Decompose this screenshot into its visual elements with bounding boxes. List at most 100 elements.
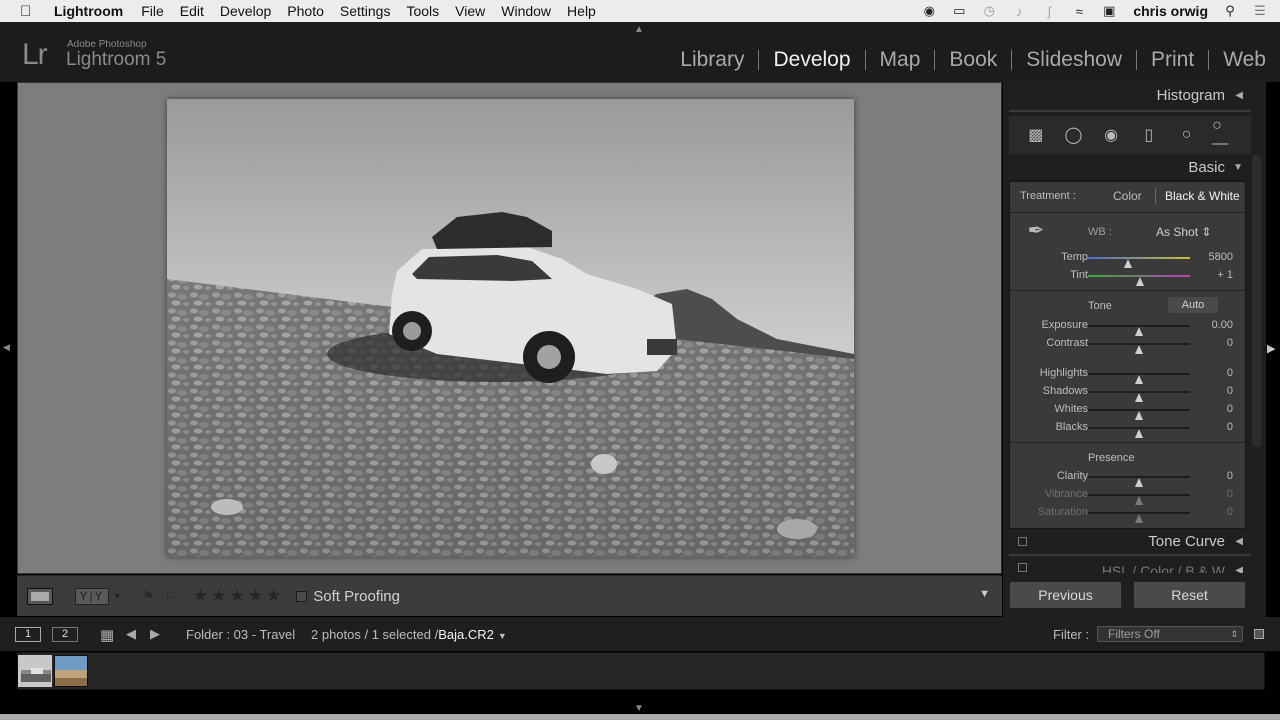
top-panel-toggle-icon[interactable]: ▲ bbox=[634, 24, 644, 35]
saturation-track[interactable] bbox=[1088, 512, 1190, 523]
treatment-bw-button[interactable]: Black & White bbox=[1165, 189, 1240, 203]
vibrance-value[interactable]: 0 bbox=[1227, 488, 1233, 500]
whites-thumb[interactable] bbox=[1135, 411, 1143, 420]
adjustment-brush-icon[interactable]: ○— bbox=[1212, 117, 1236, 152]
exposure-slider[interactable]: Exposure 0.00 bbox=[1010, 318, 1245, 336]
battery-icon[interactable]: ▣ bbox=[1099, 3, 1119, 19]
vibrance-track[interactable] bbox=[1088, 494, 1190, 505]
menu-lightroom[interactable]: Lightroom bbox=[54, 3, 123, 19]
tint-track[interactable] bbox=[1088, 275, 1190, 286]
menu-tools[interactable]: Tools bbox=[406, 3, 439, 19]
file-dropdown-icon[interactable]: ▼ bbox=[498, 631, 507, 641]
soft-proofing-checkbox[interactable] bbox=[296, 590, 308, 602]
menu-photo[interactable]: Photo bbox=[287, 3, 324, 19]
saturation-thumb[interactable] bbox=[1135, 514, 1143, 523]
temp-track[interactable] bbox=[1088, 257, 1190, 268]
before-after-dropdown-icon[interactable]: ▼ bbox=[113, 591, 122, 601]
tone-curve-panel-header[interactable]: Tone Curve ◀ bbox=[1009, 530, 1251, 554]
clarity-thumb[interactable] bbox=[1135, 478, 1143, 487]
clarity-value[interactable]: 0 bbox=[1227, 470, 1233, 482]
right-panel-scrollbar[interactable] bbox=[1252, 155, 1261, 447]
creative-cloud-icon[interactable]: ◉ bbox=[919, 3, 939, 19]
hsl-panel-header[interactable]: HSL / Color / B & W ◀ bbox=[1009, 559, 1251, 573]
time-machine-icon[interactable]: ◷ bbox=[979, 3, 999, 19]
secondary-window-button[interactable]: 2 bbox=[52, 627, 78, 642]
toolbar-content-dropdown-icon[interactable]: ▼ bbox=[979, 588, 990, 600]
module-print[interactable]: Print bbox=[1137, 48, 1208, 72]
highlights-slider[interactable]: Highlights 0 bbox=[1010, 366, 1245, 384]
flag-reject-icon[interactable]: ⚐ bbox=[164, 588, 177, 605]
flag-pick-icon[interactable]: ⚑ bbox=[142, 588, 155, 605]
radial-filter-icon[interactable]: ○ bbox=[1174, 125, 1198, 145]
shadows-track[interactable] bbox=[1088, 391, 1190, 402]
notification-list-icon[interactable]: ☰ bbox=[1250, 3, 1270, 19]
temp-slider[interactable]: Temp 5800 bbox=[1010, 250, 1245, 268]
primary-window-button[interactable]: 1 bbox=[15, 627, 41, 642]
temp-value[interactable]: 5800 bbox=[1209, 251, 1233, 263]
crop-overlay-icon[interactable]: ▩ bbox=[1024, 125, 1048, 145]
shadows-slider[interactable]: Shadows 0 bbox=[1010, 384, 1245, 402]
star-rating[interactable]: ★★★★★ bbox=[193, 586, 284, 606]
tint-thumb[interactable] bbox=[1135, 277, 1144, 286]
blacks-track[interactable] bbox=[1088, 427, 1190, 438]
back-arrow-icon[interactable]: ◀ bbox=[126, 626, 136, 642]
spot-removal-icon[interactable]: ◯ bbox=[1061, 125, 1085, 145]
highlights-value[interactable]: 0 bbox=[1227, 367, 1233, 379]
photo-count[interactable]: 2 photos / 1 selected /Baja.CR2 ▼ bbox=[311, 627, 507, 642]
wifi-icon[interactable]: ≈ bbox=[1069, 4, 1089, 19]
auto-tone-button[interactable]: Auto bbox=[1168, 297, 1218, 313]
current-file-name[interactable]: Baja.CR2 bbox=[438, 627, 494, 642]
photo-preview[interactable] bbox=[167, 99, 854, 557]
histogram-collapse-icon[interactable]: ◀ bbox=[1235, 84, 1243, 108]
graduated-filter-icon[interactable]: ▯ bbox=[1137, 125, 1161, 145]
blacks-value[interactable]: 0 bbox=[1227, 421, 1233, 433]
highlights-thumb[interactable] bbox=[1135, 375, 1143, 384]
whites-slider[interactable]: Whites 0 bbox=[1010, 402, 1245, 420]
volume-icon[interactable]: ♪ bbox=[1009, 4, 1029, 19]
histogram-panel-header[interactable]: Histogram ◀ bbox=[1009, 84, 1251, 108]
clarity-track[interactable] bbox=[1088, 476, 1190, 487]
bottom-panel-toggle-icon[interactable]: ▼ bbox=[634, 703, 644, 714]
tint-value[interactable]: + 1 bbox=[1217, 269, 1233, 281]
user-name[interactable]: chris orwig bbox=[1133, 3, 1208, 19]
image-canvas[interactable] bbox=[17, 82, 1002, 574]
filter-select[interactable]: Filters Off ⇕ bbox=[1097, 626, 1243, 642]
forward-arrow-icon[interactable]: ▶ bbox=[150, 626, 160, 642]
module-library[interactable]: Library bbox=[666, 48, 758, 72]
airplay-icon[interactable]: ▭ bbox=[949, 3, 969, 19]
soft-proofing-label[interactable]: Soft Proofing bbox=[313, 588, 400, 605]
temp-thumb[interactable] bbox=[1123, 259, 1132, 268]
vibrance-thumb[interactable] bbox=[1135, 496, 1143, 505]
highlights-track[interactable] bbox=[1088, 373, 1190, 384]
menu-help[interactable]: Help bbox=[567, 3, 596, 19]
saturation-value[interactable]: 0 bbox=[1227, 506, 1233, 518]
loupe-view-button[interactable] bbox=[27, 587, 53, 605]
menu-file[interactable]: File bbox=[141, 3, 164, 19]
tone-curve-expand-icon[interactable]: ◀ bbox=[1235, 530, 1243, 554]
hsl-toggle[interactable] bbox=[1018, 563, 1027, 572]
grid-view-icon[interactable]: ▦ bbox=[100, 626, 114, 644]
filter-lock-icon[interactable] bbox=[1254, 629, 1264, 639]
wb-select[interactable]: As Shot ⇕ bbox=[1156, 225, 1211, 239]
hsl-expand-icon[interactable]: ◀ bbox=[1235, 559, 1243, 573]
before-after-button[interactable]: Y|Y bbox=[75, 587, 109, 605]
saturation-slider[interactable]: Saturation 0 bbox=[1010, 505, 1245, 523]
bluetooth-icon[interactable]: ∫ bbox=[1039, 4, 1059, 19]
whites-track[interactable] bbox=[1088, 409, 1190, 420]
module-map[interactable]: Map bbox=[866, 48, 935, 72]
filter-dropdown-icon[interactable]: ⇕ bbox=[1230, 627, 1238, 641]
filmstrip-thumbnail[interactable] bbox=[54, 655, 88, 687]
menu-develop[interactable]: Develop bbox=[220, 3, 271, 19]
vibrance-slider[interactable]: Vibrance 0 bbox=[1010, 487, 1245, 505]
reset-button[interactable]: Reset bbox=[1133, 581, 1246, 609]
exposure-value[interactable]: 0.00 bbox=[1212, 319, 1233, 331]
exposure-track[interactable] bbox=[1088, 325, 1190, 336]
spotlight-search-icon[interactable]: ⚲ bbox=[1220, 3, 1240, 19]
filmstrip-thumbnail-selected[interactable] bbox=[18, 655, 52, 687]
tint-slider[interactable]: Tint + 1 bbox=[1010, 268, 1245, 286]
tone-curve-toggle[interactable] bbox=[1018, 537, 1027, 546]
basic-panel-header[interactable]: Basic ▼ bbox=[1009, 156, 1251, 180]
left-panel-toggle-icon[interactable]: ◀ bbox=[3, 342, 10, 353]
wb-eyedropper-icon[interactable]: ✒ bbox=[1020, 215, 1052, 247]
module-develop[interactable]: Develop bbox=[759, 48, 864, 72]
